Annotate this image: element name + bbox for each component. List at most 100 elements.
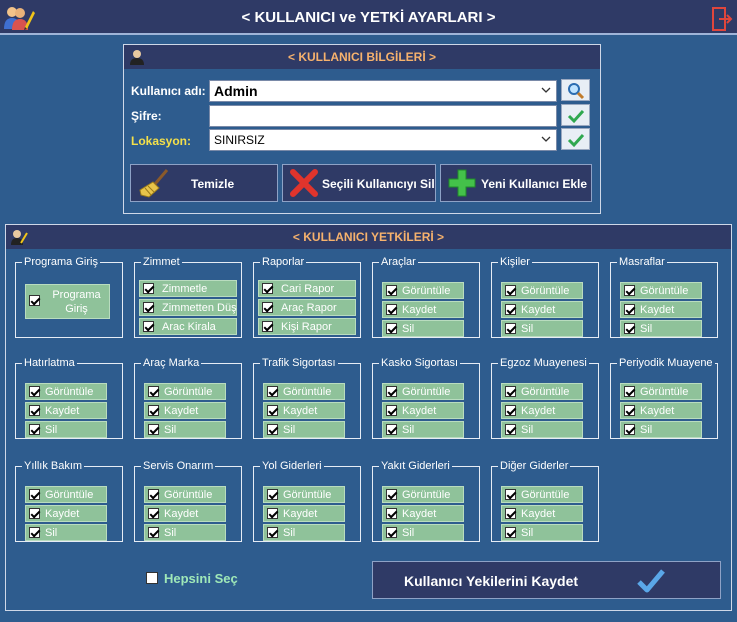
permission-checkbox[interactable]: Görüntüle <box>501 282 583 299</box>
checkbox-box[interactable] <box>29 508 40 519</box>
checkbox-box[interactable] <box>624 323 635 334</box>
permission-checkbox[interactable]: Sil <box>501 421 583 438</box>
checkbox-box[interactable] <box>146 572 158 584</box>
add-user-button[interactable]: Yeni Kullanıcı Ekle <box>440 164 592 202</box>
permission-checkbox[interactable]: Kaydet <box>501 301 583 318</box>
permission-checkbox[interactable]: Zimmetten Düş <box>139 299 237 316</box>
permission-checkbox[interactable]: Görüntüle <box>501 486 583 503</box>
permission-checkbox[interactable]: Programa Giriş <box>25 284 110 319</box>
permission-checkbox[interactable]: Araç Rapor <box>258 299 356 316</box>
permission-checkbox[interactable]: Görüntüle <box>144 383 226 400</box>
checkbox-box[interactable] <box>386 508 397 519</box>
permission-checkbox[interactable]: Sil <box>144 421 226 438</box>
search-button[interactable] <box>561 79 590 101</box>
permission-checkbox[interactable]: Kaydet <box>144 505 226 522</box>
location-confirm-button[interactable] <box>561 128 590 150</box>
permission-checkbox[interactable]: Kaydet <box>25 402 107 419</box>
checkbox-box[interactable] <box>267 489 278 500</box>
permission-checkbox[interactable]: Kaydet <box>620 301 702 318</box>
password-input[interactable] <box>209 105 557 127</box>
permission-checkbox[interactable]: Sil <box>620 320 702 337</box>
username-select[interactable]: Admin <box>209 80 557 102</box>
checkbox-box[interactable] <box>267 386 278 397</box>
checkbox-box[interactable] <box>29 489 40 500</box>
permission-checkbox[interactable]: Sil <box>382 320 464 337</box>
checkbox-box[interactable] <box>148 424 159 435</box>
permission-checkbox[interactable]: Sil <box>382 421 464 438</box>
checkbox-box[interactable] <box>262 302 273 313</box>
checkbox-box[interactable] <box>505 508 516 519</box>
checkbox-box[interactable] <box>29 424 40 435</box>
checkbox-box[interactable] <box>624 405 635 416</box>
checkbox-box[interactable] <box>148 527 159 538</box>
permission-checkbox[interactable]: Sil <box>263 524 345 541</box>
checkbox-box[interactable] <box>148 405 159 416</box>
exit-icon[interactable] <box>709 6 733 32</box>
permission-checkbox[interactable]: Görüntüle <box>382 383 464 400</box>
checkbox-box[interactable] <box>148 386 159 397</box>
permission-checkbox[interactable]: Sil <box>144 524 226 541</box>
permission-checkbox[interactable]: Sil <box>501 320 583 337</box>
permission-checkbox[interactable]: Kaydet <box>382 301 464 318</box>
permission-checkbox[interactable]: Görüntüle <box>263 383 345 400</box>
permission-checkbox[interactable]: Sil <box>263 421 345 438</box>
checkbox-box[interactable] <box>267 424 278 435</box>
permission-checkbox[interactable]: Kaydet <box>25 505 107 522</box>
permission-checkbox[interactable]: Cari Rapor <box>258 280 356 297</box>
save-permissions-button[interactable]: Kullanıcı Yekilerini Kaydet <box>372 561 721 599</box>
checkbox-box[interactable] <box>505 386 516 397</box>
permission-checkbox[interactable]: Kişi Rapor <box>258 318 356 335</box>
permission-checkbox[interactable]: Görüntüle <box>263 486 345 503</box>
permission-checkbox[interactable]: Sil <box>25 421 107 438</box>
permission-checkbox[interactable]: Sil <box>382 524 464 541</box>
checkbox-box[interactable] <box>29 295 40 306</box>
checkbox-box[interactable] <box>505 489 516 500</box>
checkbox-box[interactable] <box>386 285 397 296</box>
checkbox-box[interactable] <box>624 285 635 296</box>
checkbox-box[interactable] <box>505 304 516 315</box>
location-select[interactable]: SINIRSIZ <box>209 129 557 151</box>
permission-checkbox[interactable]: Kaydet <box>263 402 345 419</box>
permission-checkbox[interactable]: Kaydet <box>620 402 702 419</box>
clear-button[interactable]: Temizle <box>130 164 278 202</box>
permission-checkbox[interactable]: Görüntüle <box>144 486 226 503</box>
checkbox-box[interactable] <box>386 304 397 315</box>
checkbox-box[interactable] <box>29 386 40 397</box>
permission-checkbox[interactable]: Kaydet <box>263 505 345 522</box>
permission-checkbox[interactable]: Sil <box>501 524 583 541</box>
checkbox-box[interactable] <box>267 508 278 519</box>
permission-checkbox[interactable]: Görüntüle <box>25 486 107 503</box>
checkbox-box[interactable] <box>262 321 273 332</box>
permission-checkbox[interactable]: Kaydet <box>382 505 464 522</box>
password-confirm-button[interactable] <box>561 104 590 126</box>
checkbox-box[interactable] <box>29 405 40 416</box>
permission-checkbox[interactable]: Görüntüle <box>620 383 702 400</box>
checkbox-box[interactable] <box>505 424 516 435</box>
permission-checkbox[interactable]: Kaydet <box>144 402 226 419</box>
checkbox-box[interactable] <box>29 527 40 538</box>
checkbox-box[interactable] <box>148 489 159 500</box>
checkbox-box[interactable] <box>143 321 154 332</box>
checkbox-box[interactable] <box>386 424 397 435</box>
permission-checkbox[interactable]: Görüntüle <box>501 383 583 400</box>
checkbox-box[interactable] <box>386 489 397 500</box>
checkbox-box[interactable] <box>386 405 397 416</box>
permission-checkbox[interactable]: Kaydet <box>501 505 583 522</box>
permission-checkbox[interactable]: Sil <box>620 421 702 438</box>
checkbox-box[interactable] <box>386 386 397 397</box>
checkbox-box[interactable] <box>143 302 154 313</box>
checkbox-box[interactable] <box>267 527 278 538</box>
checkbox-box[interactable] <box>505 323 516 334</box>
permission-checkbox[interactable]: Görüntüle <box>25 383 107 400</box>
checkbox-box[interactable] <box>624 386 635 397</box>
checkbox-box[interactable] <box>505 405 516 416</box>
permission-checkbox[interactable]: Görüntüle <box>382 486 464 503</box>
permission-checkbox[interactable]: Görüntüle <box>382 282 464 299</box>
permission-checkbox[interactable]: Kaydet <box>382 402 464 419</box>
checkbox-box[interactable] <box>148 508 159 519</box>
checkbox-box[interactable] <box>505 285 516 296</box>
permission-checkbox[interactable]: Görüntüle <box>620 282 702 299</box>
permission-checkbox[interactable]: Arac Kirala <box>139 318 237 335</box>
checkbox-box[interactable] <box>143 283 154 294</box>
checkbox-box[interactable] <box>267 405 278 416</box>
